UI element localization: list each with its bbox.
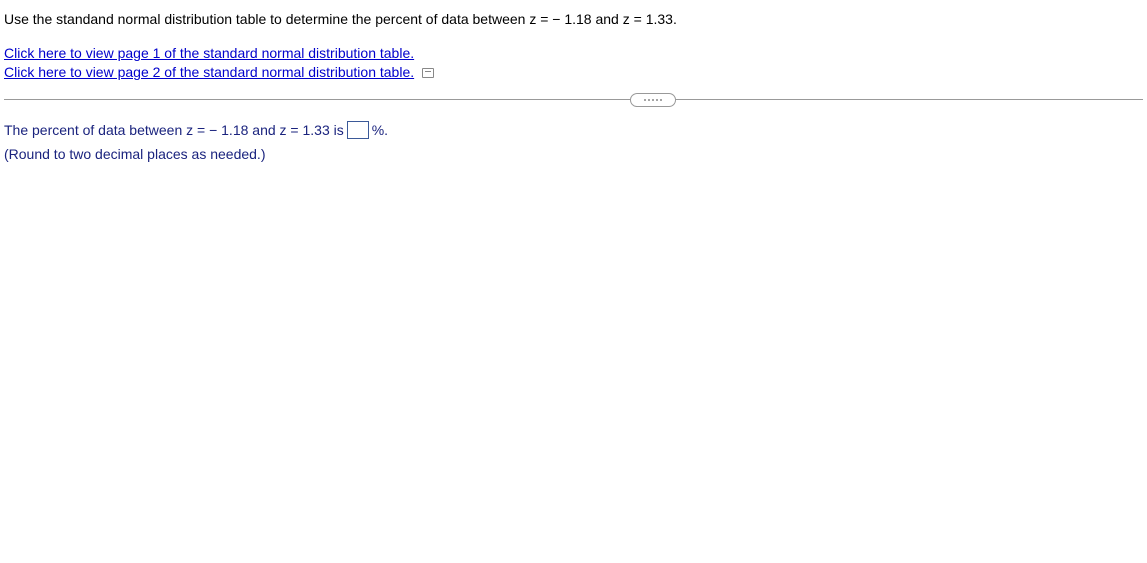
divider-expand-button[interactable] [630,93,676,107]
expand-window-icon[interactable] [422,68,434,78]
question-text: Use the standand normal distribution tab… [4,10,1143,30]
link-table-page-2[interactable]: Click here to view page 2 of the standar… [4,63,414,83]
section-divider [4,93,1143,107]
answer-prefix: The percent of data between z = − 1.18 a… [4,119,344,141]
resource-links: Click here to view page 1 of the standar… [4,44,1143,83]
answer-input[interactable] [347,121,369,139]
rounding-hint: (Round to two decimal places as needed.) [4,145,1143,165]
divider-line [4,99,1143,100]
link-table-page-1[interactable]: Click here to view page 1 of the standar… [4,44,1143,64]
answer-suffix: %. [372,119,388,141]
answer-line: The percent of data between z = − 1.18 a… [4,119,1143,141]
